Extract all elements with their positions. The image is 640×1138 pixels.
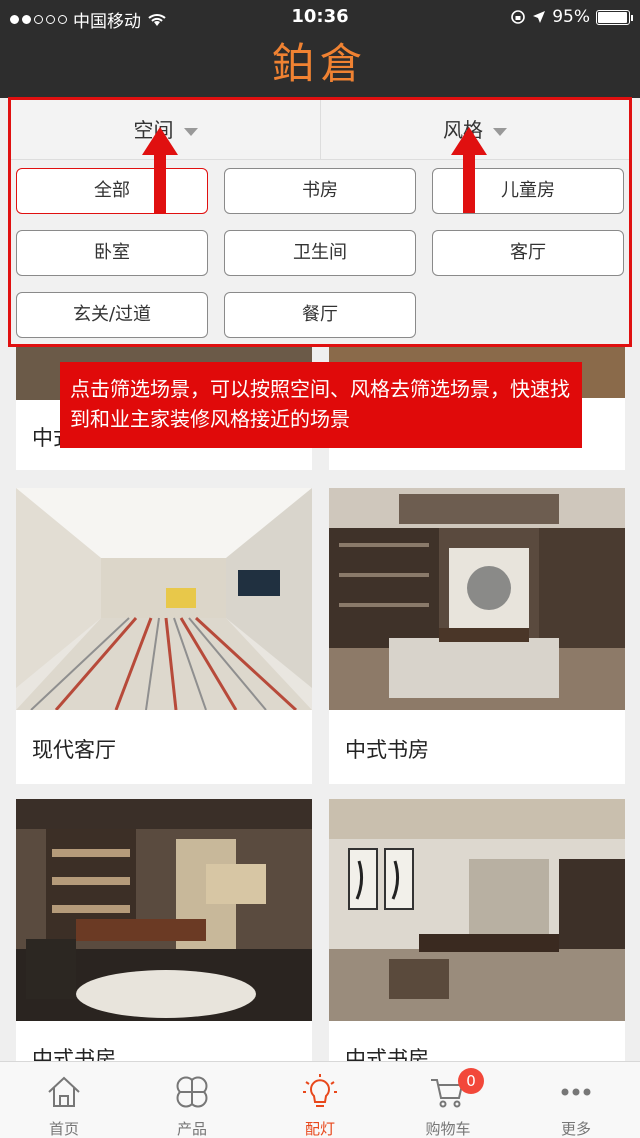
tab-home-label: 首页 [48,1120,79,1138]
arrow-up-icon [451,127,487,213]
filter-option-bathroom[interactable]: 卫生间 [224,230,416,276]
filter-panel: 空间 风格 全部 书房 儿童房 卧室 卫生间 客厅 玄关/过道 餐厅 [8,97,632,347]
chevron-down-icon [493,127,507,136]
lightbulb-icon [303,1074,337,1107]
tab-lighting-label: 配灯 [304,1120,335,1138]
tab-products[interactable]: 产品 [128,1062,256,1138]
scene-title: 现代客厅 [32,738,116,762]
app-header: 中国移动 10:36 95% 鉑倉 [0,0,640,98]
scene-image [16,799,312,1021]
more-icon [561,1088,591,1096]
scene-title: 中式书房 [345,738,429,762]
scene-card[interactable]: 中式书房 [16,799,312,1071]
arrow-up-icon [142,127,178,213]
tab-more-label: 更多 [560,1120,591,1138]
home-icon [48,1076,80,1107]
scene-card[interactable]: 中式书房 [329,488,625,784]
filter-option-study[interactable]: 书房 [224,168,416,214]
scene-image [329,799,625,1021]
cart-badge: 0 [458,1068,484,1094]
scene-card[interactable]: 中式书房 [329,799,625,1071]
scene-image [329,488,625,710]
tab-more[interactable]: 更多 [512,1062,640,1138]
scene-image [16,488,312,712]
orientation-lock-icon [511,10,526,24]
app-logo: 鉑倉 [271,39,368,88]
grid-icon [176,1076,208,1108]
tutorial-callout: 点击筛选场景，可以按照空间、风格去筛选场景，快速找到和业主家装修风格接近的场景 [60,362,582,448]
battery-percent: 95% [552,7,590,27]
tab-products-label: 产品 [176,1120,207,1138]
filter-option-bedroom[interactable]: 卧室 [16,230,208,276]
chevron-down-icon [183,127,198,136]
scene-card[interactable]: 现代客厅 [16,488,312,784]
tab-cart-label: 购物车 [425,1120,471,1138]
tab-cart[interactable]: 0 购物车 [384,1062,512,1138]
tab-home[interactable]: 首页 [0,1062,128,1138]
filter-option-dining-room[interactable]: 餐厅 [224,292,416,338]
bottom-tab-bar: 首页 产品 配灯 0 购物车 更多 [0,1061,640,1138]
filter-option-hallway[interactable]: 玄关/过道 [16,292,208,338]
filter-tabs: 空间 风格 [11,100,629,160]
tab-lighting[interactable]: 配灯 [256,1062,384,1138]
location-icon [533,11,546,23]
filter-option-living-room[interactable]: 客厅 [432,230,624,276]
battery-icon [596,9,633,25]
